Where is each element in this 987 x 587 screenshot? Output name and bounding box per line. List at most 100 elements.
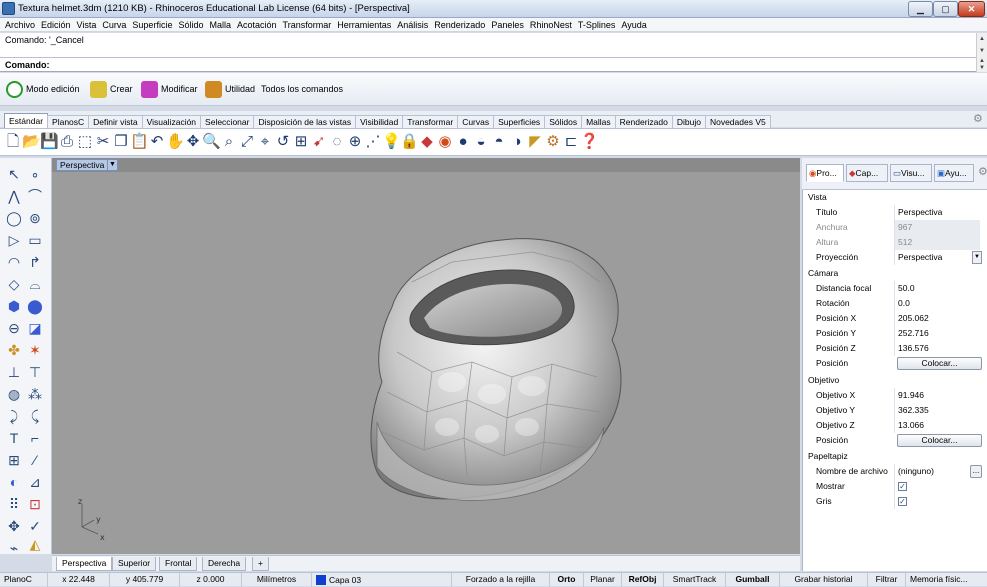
maximize-button[interactable]: ▢ [933,1,958,17]
split-icon[interactable]: ⊥ [4,362,24,382]
print-icon[interactable]: ⎙ [58,133,76,151]
analyze-icon[interactable]: ⊿ [25,472,45,492]
zoom-window-icon[interactable]: ⌕ [220,133,238,151]
trim-icon[interactable]: ⊤ [25,362,45,382]
group-icon[interactable]: ⊞ [4,450,24,470]
menu-herramientas[interactable]: Herramientas [334,18,394,32]
circle-icon[interactable]: ◯ [4,208,24,228]
menu-renderizado[interactable]: Renderizado [431,18,488,32]
menu-transformar[interactable]: Transformar [280,18,335,32]
open-folder-icon[interactable]: 📂 [22,133,41,151]
tab-derecha[interactable]: Derecha [202,557,247,571]
menu-rhinonest[interactable]: RhinoNest [527,18,575,32]
command-history-scrollbar[interactable]: ▲ ▼ [976,33,987,58]
tab-frontal[interactable]: Frontal [159,557,198,571]
save-icon[interactable]: 💾 [40,133,59,151]
boolean-icon[interactable]: ◍ [4,384,24,404]
status-units[interactable]: Milímetros [242,573,312,587]
tab-dibujo[interactable]: Dibujo [671,115,706,129]
status-smarttrack[interactable]: SmartTrack [664,573,726,587]
panel-gear-icon[interactable]: ⚙ [978,165,987,178]
zoom-extents-icon[interactable]: ⤢ [238,133,256,151]
projection-select[interactable]: Perspectiva [894,250,980,265]
undo-icon[interactable]: ↶ [148,133,166,151]
tab-transformar[interactable]: Transformar [402,115,459,129]
modificar-button[interactable]: Modificar [141,79,198,99]
close-button[interactable]: ✕ [958,1,985,17]
tab-estandar[interactable]: Estándar [4,113,49,128]
paint-icon[interactable]: ⌁ [4,538,24,558]
menu-solido[interactable]: Sólido [175,18,206,32]
paste-icon[interactable]: 📋 [130,133,149,151]
cylinder-icon[interactable]: ⊖ [4,318,24,338]
zoom-icon[interactable]: 🔍 [202,133,221,151]
dimension-icon[interactable]: ⌐ [25,428,45,448]
zoom-selected-icon[interactable]: ⌖ [256,133,274,151]
crear-button[interactable]: Crear [90,79,133,99]
point-icon[interactable]: ∘ [25,164,45,184]
menu-vista[interactable]: Vista [74,18,100,32]
color-wheel-icon[interactable]: ◉ [436,133,454,151]
loft-icon[interactable]: ⌓ [25,274,45,294]
four-viewports-icon[interactable]: ⊞ [292,133,310,151]
render-mesh-icon[interactable]: ◐ [4,472,24,492]
tab-visualizacion[interactable]: Visualización [141,115,202,129]
tab-superficies[interactable]: Superficies [493,115,546,129]
tab-seleccionar[interactable]: Seleccionar [200,115,255,129]
tab-perspectiva[interactable]: Perspectiva [56,557,113,571]
status-filtrar[interactable]: Filtrar [868,573,906,587]
status-refobj[interactable]: RefObj [622,573,664,587]
todos-los-comandos-button[interactable]: Todos los comandos [261,79,343,99]
tab-renderizado[interactable]: Renderizado [614,115,673,129]
fillet-icon[interactable]: ↱ [25,252,45,272]
tab-definir-vista[interactable]: Definir vista [88,115,143,129]
menu-superficie[interactable]: Superficie [129,18,175,32]
ellipse-icon[interactable]: ⊚ [25,208,45,228]
minimize-button[interactable]: ▁ [908,1,933,17]
undo-view-icon[interactable]: ↺ [274,133,292,151]
utilidad-button[interactable]: Utilidad [205,79,255,99]
pan-hand-icon[interactable]: ✋ [166,133,185,151]
new-file-icon[interactable]: 🗋 [4,133,22,151]
menu-archivo[interactable]: Archivo [0,18,38,32]
render-wireframe-icon[interactable]: ● [454,133,472,151]
status-memoria[interactable]: Memoria físic... [906,573,987,587]
tab-mallas[interactable]: Mallas [581,115,616,129]
gear-icon[interactable]: ⚙ [973,112,983,125]
curve-icon[interactable]: ⌒ [25,186,45,206]
status-grabar-historial[interactable]: Grabar historial [780,573,868,587]
tab-solidos[interactable]: Sólidos [544,115,583,129]
offset-icon[interactable]: ⤸ [4,406,24,426]
menu-acotacion[interactable]: Acotación [234,18,280,32]
copy-icon[interactable]: ❐ [112,133,130,151]
blend-icon[interactable]: ⤹ [25,406,45,426]
surface-icon[interactable]: ◇ [4,274,24,294]
polygon-icon[interactable]: ▷ [4,230,24,250]
status-plane[interactable]: PlanoC [0,573,48,587]
box-icon[interactable]: ⬢ [4,296,24,316]
colocar-objetivo-button[interactable]: Colocar... [897,434,982,447]
viewport-menu-arrow[interactable]: ▼ [107,159,118,171]
tab-curvas[interactable]: Curvas [457,115,495,129]
colocar-camara-button[interactable]: Colocar... [897,357,982,370]
command-list-icon[interactable]: ⊏ [562,133,580,151]
array-icon[interactable]: ⠿ [4,494,24,514]
tab-visualizacion-panel[interactable]: ▭Visu... [890,164,932,182]
status-orto[interactable]: Orto [550,573,584,587]
render-rendered-icon[interactable]: ◓ [490,133,508,151]
tab-novedades-v5[interactable]: Novedades V5 [704,115,771,129]
extrude-icon[interactable]: ◪ [25,318,45,338]
menu-analisis[interactable]: Análisis [394,18,431,32]
lock-icon[interactable]: 🔒 [400,133,419,151]
move-icon[interactable]: ✥ [4,516,24,536]
text-icon[interactable]: T [4,428,24,448]
help-icon[interactable]: ❓ [580,133,599,151]
layout-icon[interactable]: ⊡ [25,494,45,514]
check-icon[interactable]: ✓ [25,516,45,536]
viewport-label[interactable]: Perspectiva [56,159,109,171]
tab-planosc[interactable]: PlanosC [47,115,90,129]
browse-file-button[interactable]: ... [970,465,982,478]
render-ghosted-icon[interactable]: ◑ [508,133,526,151]
tab-capas[interactable]: ◆Cap... [846,164,888,182]
grid-snap-icon[interactable]: ⋰ [364,133,382,151]
